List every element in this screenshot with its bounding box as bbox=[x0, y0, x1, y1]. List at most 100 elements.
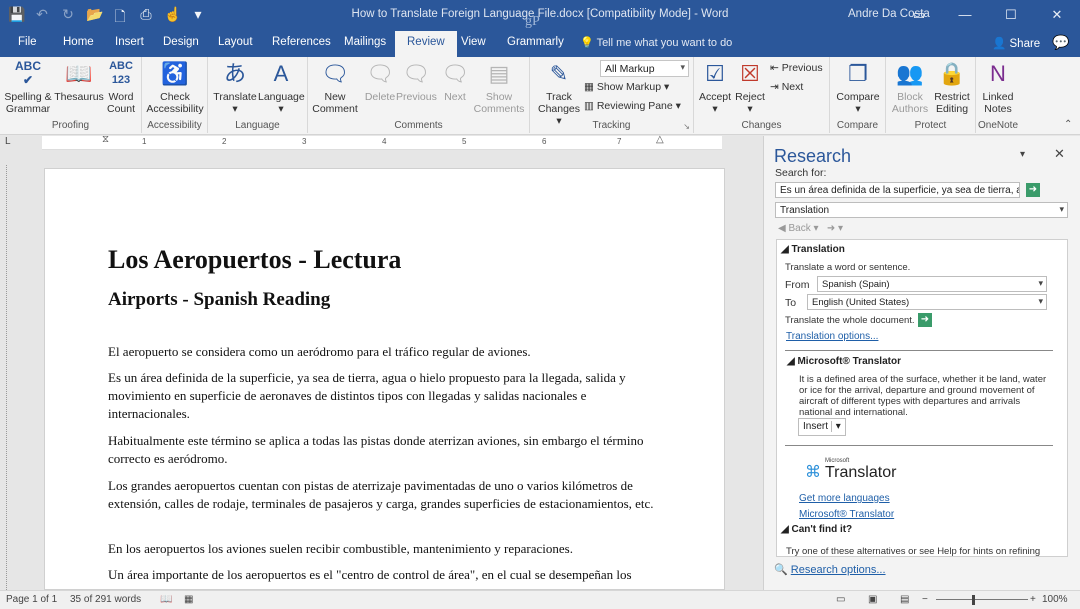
minimize-icon[interactable]: — bbox=[942, 0, 988, 31]
tab-references[interactable]: References bbox=[272, 36, 331, 48]
indent-marker-icon[interactable]: ⧖ bbox=[102, 134, 109, 145]
show-comments-button[interactable]: ▤ Show Comments bbox=[472, 59, 526, 115]
from-language-select[interactable]: Spanish (Spain) bbox=[817, 276, 1047, 292]
macro-record-icon[interactable]: ▦ bbox=[184, 594, 193, 605]
pane-options-icon[interactable]: ▾ bbox=[1020, 149, 1025, 160]
show-markup-icon: ▦ bbox=[584, 81, 597, 93]
back-button[interactable]: ◀ Back ▾ ➜ ▾ bbox=[778, 223, 843, 234]
previous-comment-label: Previous bbox=[396, 91, 437, 103]
reject-button[interactable]: ☒ Reject ▾ bbox=[732, 59, 768, 115]
dialog-launcher-icon[interactable]: ↘ bbox=[683, 122, 690, 131]
tab-review[interactable]: Review bbox=[395, 31, 457, 57]
right-indent-marker-icon[interactable]: △ bbox=[656, 134, 664, 145]
accept-button[interactable]: ☑ Accept ▾ bbox=[696, 59, 734, 115]
tab-design[interactable]: Design bbox=[163, 36, 199, 48]
get-more-languages-link[interactable]: Get more languages bbox=[799, 493, 890, 504]
research-service-select[interactable]: Translation bbox=[775, 202, 1068, 218]
translation-options-link[interactable]: Translation options... bbox=[786, 331, 878, 342]
zoom-out-icon[interactable]: − bbox=[922, 594, 928, 605]
linked-label-1: Linked bbox=[982, 91, 1014, 103]
new-comment-button[interactable]: 🗨 New Comment bbox=[310, 59, 360, 115]
word-count-button[interactable]: ABC 123 Word Count bbox=[104, 59, 138, 115]
delete-comment-button[interactable]: 🗨 Delete bbox=[362, 59, 398, 103]
document-subtitle: Airports - Spanish Reading bbox=[108, 289, 331, 310]
ruler-number: 1 bbox=[142, 137, 147, 146]
zoom-in-icon[interactable]: + bbox=[1030, 594, 1036, 605]
reject-label: Reject bbox=[735, 91, 765, 103]
markup-dropdown[interactable]: All Markup bbox=[600, 60, 689, 77]
word-count[interactable]: 35 of 291 words bbox=[70, 594, 141, 605]
ribbon-display-icon[interactable]: ▭ bbox=[896, 0, 942, 31]
tab-insert[interactable]: Insert bbox=[115, 36, 144, 48]
translation-section-header[interactable]: ◢ Translation bbox=[781, 244, 845, 255]
thesaurus-button[interactable]: 📖 Thesaurus bbox=[54, 59, 104, 103]
comments-icon[interactable]: 💬 bbox=[1052, 34, 1069, 51]
zoom-slider[interactable] bbox=[936, 599, 1028, 600]
spelling-grammar-button[interactable]: ABC ✔ Spelling & Grammar bbox=[4, 59, 52, 115]
translate-button[interactable]: あ Translate ▾ bbox=[212, 59, 258, 115]
next-comment-button[interactable]: 🗨 Next bbox=[438, 59, 472, 103]
tab-grammarly[interactable]: Grammarly bbox=[507, 36, 564, 48]
previous-change-button[interactable]: ⇤ Previous bbox=[770, 62, 823, 74]
show-comments-label-2: Comments bbox=[473, 103, 525, 115]
track-changes-button[interactable]: ✎ Track Changes ▾ bbox=[534, 59, 584, 127]
language-group-label: Language bbox=[235, 120, 280, 131]
tab-mailings[interactable]: Mailings bbox=[344, 36, 386, 48]
ms-translator-section-header[interactable]: ◢ Microsoft® Translator bbox=[787, 356, 901, 367]
ms-translator-link[interactable]: Microsoft® Translator bbox=[799, 509, 894, 520]
translate-hint: Translate a word or sentence. bbox=[785, 262, 911, 273]
group-language: あ Translate ▾ A Language ▾ Language bbox=[208, 57, 308, 133]
search-go-icon[interactable]: ➜ bbox=[1026, 183, 1040, 197]
compare-button[interactable]: ❐ Compare ▾ bbox=[834, 59, 882, 115]
maximize-icon[interactable]: ☐ bbox=[988, 0, 1034, 31]
tab-file[interactable]: File bbox=[18, 36, 37, 48]
chevron-down-icon: ▾ bbox=[232, 103, 238, 115]
previous-comment-button[interactable]: 🗨 Previous bbox=[396, 59, 437, 103]
show-markup-button[interactable]: ▦ Show Markup ▾ bbox=[584, 81, 669, 93]
check-accessibility-button[interactable]: ♿ Check Accessibility bbox=[144, 59, 206, 115]
tell-me-box[interactable]: 💡 Tell me what you want to do bbox=[580, 36, 732, 49]
tab-home[interactable]: Home bbox=[63, 36, 94, 48]
language-button[interactable]: A Language ▾ bbox=[258, 59, 305, 115]
group-protect: 👥 Block Authors 🔒 Restrict Editing Prote… bbox=[886, 57, 976, 133]
share-button[interactable]: 👤 Share bbox=[992, 36, 1040, 50]
block-authors-button[interactable]: 👥 Block Authors bbox=[888, 59, 932, 115]
research-options-link[interactable]: 🔍 Research options... bbox=[774, 563, 886, 576]
search-input[interactable]: Es un área definida de la superficie, ya… bbox=[775, 182, 1020, 198]
tab-selector-icon[interactable]: L bbox=[5, 136, 11, 147]
print-layout-icon[interactable]: ▣ bbox=[868, 594, 877, 605]
next-icon: ⇥ bbox=[770, 81, 782, 93]
to-language-select[interactable]: English (United States) bbox=[807, 294, 1047, 310]
close-pane-icon[interactable]: ✕ bbox=[1054, 146, 1065, 162]
chevron-down-icon: ▾ bbox=[855, 103, 861, 115]
reviewing-pane-button[interactable]: ▥ Reviewing Pane ▾ bbox=[584, 100, 681, 112]
page-count[interactable]: Page 1 of 1 bbox=[6, 594, 57, 605]
translate-document-go-icon[interactable]: ➜ bbox=[918, 313, 932, 327]
check-label-2: Accessibility bbox=[146, 103, 204, 115]
book-icon: 📖 bbox=[65, 61, 93, 86]
web-layout-icon[interactable]: ▤ bbox=[900, 594, 909, 605]
read-mode-icon[interactable]: ▭ bbox=[836, 594, 845, 605]
insert-button[interactable]: Insert ▾ bbox=[798, 418, 846, 436]
close-icon[interactable]: ✕ bbox=[1034, 0, 1080, 31]
zoom-slider-thumb[interactable] bbox=[972, 595, 975, 605]
ruler-number: 3 bbox=[302, 137, 307, 146]
zoom-level[interactable]: 100% bbox=[1042, 594, 1068, 605]
tab-view[interactable]: View bbox=[461, 36, 486, 48]
tab-layout[interactable]: Layout bbox=[218, 36, 253, 48]
horizontal-ruler[interactable]: ⧖ 1 2 3 4 5 6 7 △ bbox=[42, 134, 722, 150]
ruler-corner: L bbox=[0, 136, 42, 150]
track-label-2: Changes bbox=[537, 103, 581, 115]
back-label: Back bbox=[788, 223, 811, 234]
restrict-label-1: Restrict bbox=[934, 91, 970, 103]
cant-find-section-header[interactable]: ◢ Can't find it? bbox=[781, 524, 852, 535]
translator-logo: ⌘ Microsoft Translator bbox=[805, 458, 905, 484]
linked-notes-button[interactable]: N Linked Notes bbox=[978, 59, 1018, 115]
block-label-2: Authors bbox=[891, 103, 929, 115]
document-page[interactable]: Los Aeropuertos - Lectura Airports - Spa… bbox=[44, 168, 725, 590]
proofing-status-icon[interactable]: 📖 bbox=[160, 594, 172, 605]
translator-logo-icon: ⌘ bbox=[805, 464, 821, 481]
restrict-editing-button[interactable]: 🔒 Restrict Editing bbox=[930, 59, 974, 115]
next-change-button[interactable]: ⇥ Next bbox=[770, 81, 803, 93]
collapse-ribbon-icon[interactable]: ⌃ bbox=[1064, 119, 1072, 130]
